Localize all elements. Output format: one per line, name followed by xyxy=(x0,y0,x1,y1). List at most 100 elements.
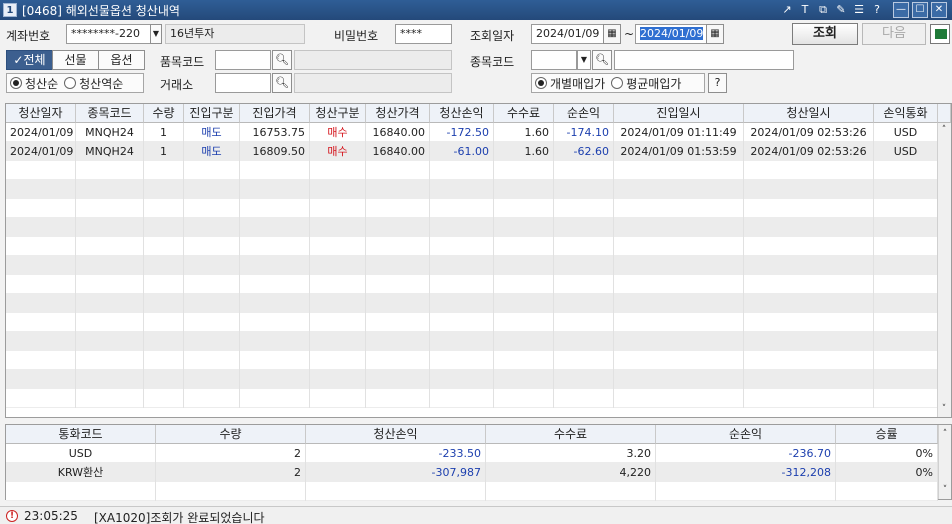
column-header[interactable]: 청산구분 xyxy=(310,104,366,123)
maximize-icon[interactable]: ☐ xyxy=(912,2,928,18)
summary-column-header: 순손익 xyxy=(656,425,836,444)
table-cell xyxy=(6,275,76,294)
radio-icon[interactable] xyxy=(64,77,77,89)
column-header[interactable]: 청산손익 xyxy=(430,104,494,123)
table-cell: 16753.75 xyxy=(240,123,310,142)
summary-column-header: 수량 xyxy=(156,425,306,444)
popout-icon[interactable]: ↗ xyxy=(779,2,795,18)
column-header[interactable]: 진입가격 xyxy=(240,104,310,123)
minimize-icon[interactable]: — xyxy=(893,2,909,18)
table-cell xyxy=(184,370,240,389)
table-cell xyxy=(6,351,76,370)
date-from-field[interactable]: 2024/01/09 xyxy=(531,24,604,44)
window-title: [0468] 해외선물옵션 청산내역 xyxy=(22,4,180,18)
scroll-down-icon[interactable]: ˅ xyxy=(938,483,952,497)
copy-icon[interactable]: ⧉ xyxy=(815,2,831,18)
table-cell xyxy=(6,218,76,237)
item-code-field[interactable] xyxy=(531,50,577,70)
table-cell xyxy=(6,256,76,275)
column-header[interactable]: 진입일시 xyxy=(614,104,744,123)
table-cell xyxy=(310,275,366,294)
column-header[interactable]: 순손익 xyxy=(554,104,614,123)
table-cell xyxy=(144,237,184,256)
tab-futures[interactable]: 선물 xyxy=(52,50,99,70)
table-cell xyxy=(240,389,310,408)
table-cell xyxy=(494,313,554,332)
search-icon[interactable]: 🔍︎ xyxy=(272,73,292,93)
table-cell xyxy=(76,218,144,237)
table-cell: -61.00 xyxy=(430,142,494,161)
table-cell xyxy=(366,218,430,237)
table-cell xyxy=(554,351,614,370)
summary-cell: -312,208 xyxy=(656,463,836,482)
edit-icon[interactable]: ✎ xyxy=(833,2,849,18)
table-cell xyxy=(366,256,430,275)
password-field[interactable]: **** xyxy=(395,24,452,44)
scroll-up-icon[interactable]: ˄ xyxy=(938,427,952,441)
column-header[interactable]: 청산가격 xyxy=(366,104,430,123)
table-cell xyxy=(310,199,366,218)
product-code-field[interactable] xyxy=(215,50,271,70)
table-cell xyxy=(184,256,240,275)
list-icon[interactable]: ☰ xyxy=(851,2,867,18)
scroll-up-icon[interactable]: ˄ xyxy=(937,123,951,137)
font-icon[interactable]: T xyxy=(797,2,813,18)
table-cell xyxy=(6,161,76,180)
column-header[interactable]: 청산일시 xyxy=(744,104,874,123)
help-icon[interactable]: ? xyxy=(869,2,885,18)
column-header[interactable]: 진입구분 xyxy=(184,104,240,123)
table-cell xyxy=(240,275,310,294)
table-cell xyxy=(874,256,938,275)
table-cell: USD xyxy=(874,142,938,161)
item-name xyxy=(614,50,794,70)
table-cell xyxy=(366,237,430,256)
summary-cell: 2 xyxy=(156,444,306,463)
query-button[interactable]: 조회 xyxy=(792,23,858,45)
table-cell xyxy=(430,218,494,237)
table-cell xyxy=(874,294,938,313)
chevron-down-icon[interactable]: ▼ xyxy=(150,24,162,44)
radio-icon[interactable] xyxy=(535,77,547,89)
table-cell xyxy=(744,370,874,389)
account-label: 계좌번호 xyxy=(6,29,51,43)
calendar-icon[interactable]: ▦ xyxy=(706,24,724,44)
table-cell xyxy=(494,180,554,199)
chevron-down-icon[interactable]: ▼ xyxy=(577,50,591,70)
table-cell: -62.60 xyxy=(554,142,614,161)
excel-icon[interactable] xyxy=(930,24,950,44)
date-to-field[interactable]: 2024/01/09 xyxy=(635,24,707,44)
radio-icon[interactable] xyxy=(10,77,22,89)
scroll-down-icon[interactable]: ˅ xyxy=(937,402,951,416)
column-header[interactable]: 수수료 xyxy=(494,104,554,123)
table-cell xyxy=(76,351,144,370)
table-cell xyxy=(554,199,614,218)
exchange-field[interactable] xyxy=(215,73,271,93)
sort-by-close[interactable]: 청산순 xyxy=(25,75,58,92)
column-header[interactable]: 수량 xyxy=(144,104,184,123)
table-cell xyxy=(614,370,744,389)
column-header[interactable]: 종목코드 xyxy=(76,104,144,123)
individual-buy-price[interactable]: 개별매입가 xyxy=(550,75,605,92)
next-button[interactable]: 다음 xyxy=(862,23,926,45)
calendar-icon[interactable]: ▦ xyxy=(603,24,621,44)
table-cell xyxy=(494,218,554,237)
help-button[interactable]: ? xyxy=(708,73,727,93)
vertical-scrollbar[interactable] xyxy=(937,123,951,417)
account-select[interactable]: ********-220 xyxy=(66,24,152,44)
average-buy-price[interactable]: 평균매입가 xyxy=(626,75,681,92)
status-message: [XA1020]조회가 완료되었습니다 xyxy=(94,511,265,524)
search-icon[interactable]: 🔍︎ xyxy=(592,50,612,70)
search-icon[interactable]: 🔍︎ xyxy=(272,50,292,70)
table-cell: 1.60 xyxy=(494,123,554,142)
close-icon[interactable]: ✕ xyxy=(931,2,947,18)
summary-cell xyxy=(306,482,486,501)
sort-by-close-reverse[interactable]: 청산역순 xyxy=(79,75,123,92)
summary-cell xyxy=(486,482,656,501)
column-header[interactable]: 손익통화 xyxy=(874,104,938,123)
radio-icon[interactable] xyxy=(611,77,624,89)
title-bar: 1 [0468] 해외선물옵션 청산내역 ↗ T ⧉ ✎ ☰ ? — ☐ ✕ xyxy=(0,0,952,20)
column-header[interactable]: 청산일자 xyxy=(6,104,76,123)
table-cell xyxy=(430,332,494,351)
tab-options[interactable]: 옵션 xyxy=(98,50,145,70)
tab-all[interactable]: ✓전체 xyxy=(6,50,53,70)
